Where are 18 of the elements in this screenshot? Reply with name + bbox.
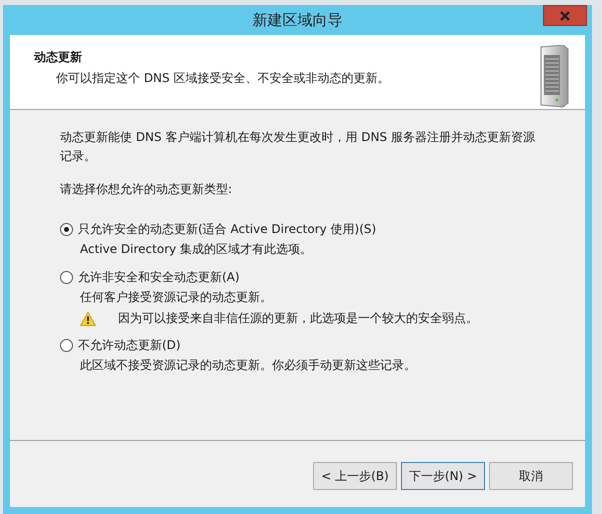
wizard-button[interactable]: 取消 bbox=[489, 462, 573, 490]
intro-text: 动态更新能使 DNS 客户端计算机在每次发生更改时，用 DNS 服务器注册并动态更新资源记录。 bbox=[60, 129, 536, 165]
warning-text: 因为可以接受来自非信任源的更新，此选项是一个较大的安全弱点。 bbox=[118, 310, 478, 327]
radio-option[interactable]: 只允许安全的动态更新(适合 Active Directory 使用)(S) bbox=[60, 219, 376, 239]
page-title: 动态更新 bbox=[34, 49, 83, 66]
warning-icon bbox=[80, 312, 96, 326]
option-description: 任何客户接受资源记录的动态更新。 bbox=[79, 289, 273, 306]
radio-option[interactable]: 不允许动态更新(D) bbox=[60, 335, 181, 355]
wizard-button[interactable]: 下一步(N) > bbox=[401, 462, 485, 490]
page-subtitle: 你可以指定这个 DNS 区域接受安全、不安全或非动态的更新。 bbox=[55, 70, 390, 87]
close-icon bbox=[559, 10, 571, 22]
wizard-button[interactable]: < 上一步(B) bbox=[313, 462, 397, 490]
option-description: Active Directory 集成的区域才有此选项。 bbox=[79, 241, 314, 258]
radio-option[interactable]: 允许非安全和安全动态更新(A) bbox=[60, 267, 240, 287]
close-button[interactable] bbox=[543, 5, 587, 26]
prompt-text: 请选择你想允许的动态更新类型: bbox=[60, 181, 234, 198]
window-title: 新建区域向导 bbox=[252, 10, 342, 30]
option-description: 此区域不接受资源记录的动态更新。你必须手动更新这些记录。 bbox=[79, 357, 417, 374]
